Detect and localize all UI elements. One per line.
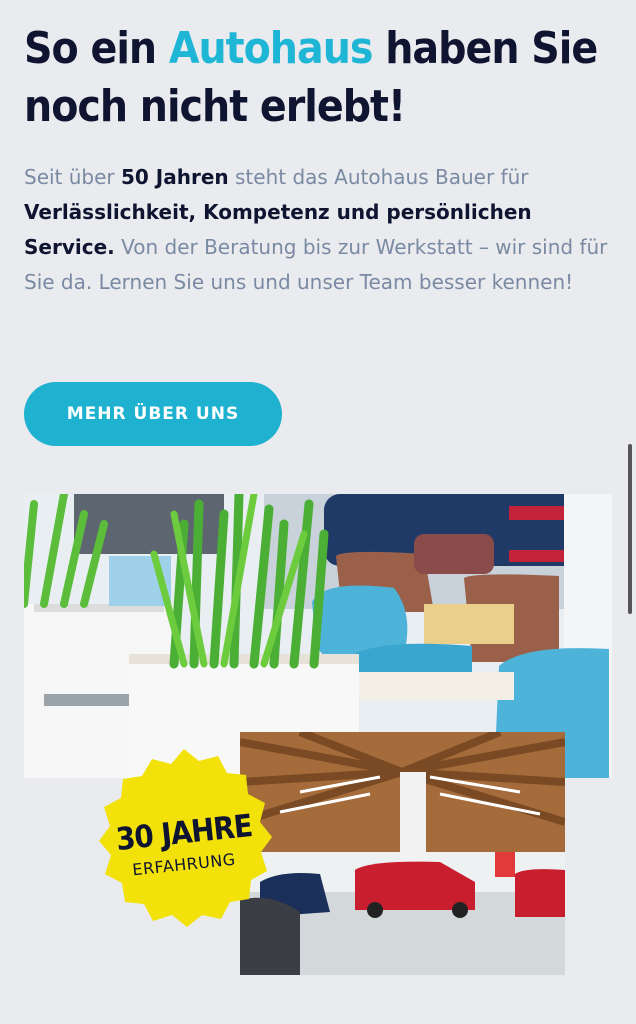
intro-text-2: steht das Autohaus Bauer für: [228, 165, 529, 189]
intro-paragraph: Seit über 50 Jahren steht das Autohaus B…: [24, 160, 614, 300]
experience-badge: 30 JAHRE ERFAHRUNG: [86, 745, 282, 941]
page-headline: So ein Autohaus haben Sie noch nicht erl…: [24, 20, 614, 136]
scrollbar[interactable]: [628, 444, 632, 614]
intro-text-1: Seit über: [24, 165, 122, 189]
headline-start: So ein: [24, 23, 169, 74]
intro-bold-years: 50 Jahren: [121, 165, 229, 189]
headline-accent: Autohaus: [168, 23, 374, 74]
showroom-hall-photo: [240, 732, 565, 975]
about-us-button[interactable]: MEHR ÜBER UNS: [24, 382, 282, 446]
